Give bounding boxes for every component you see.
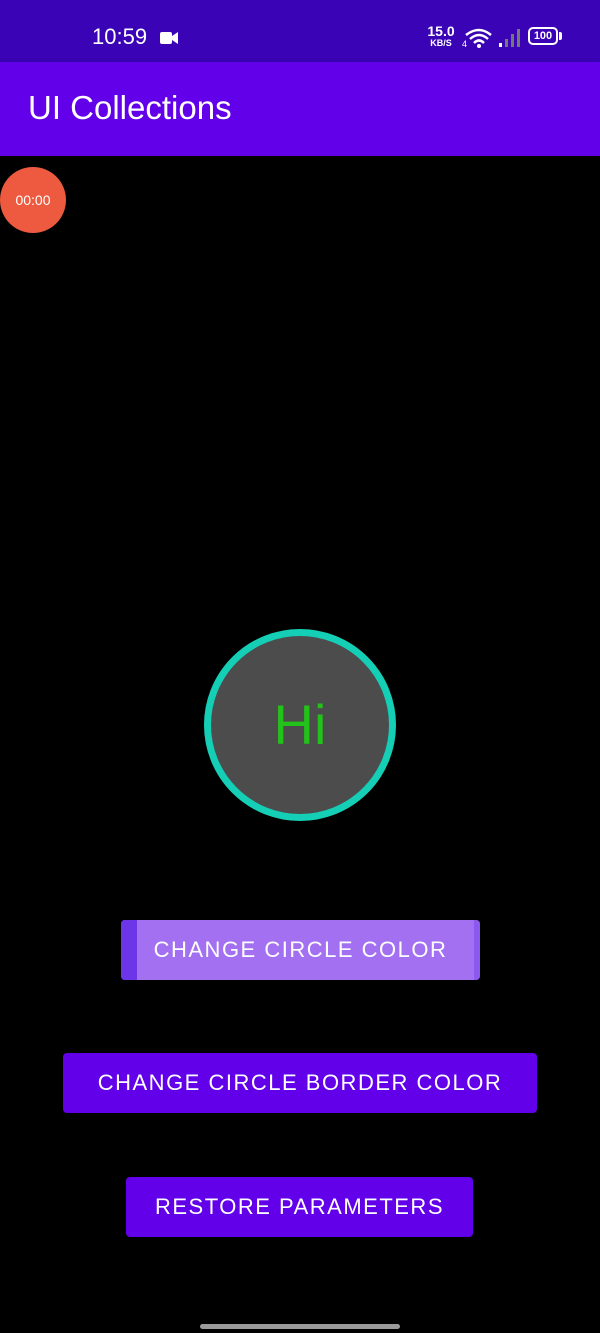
signal-strength-icon: [499, 29, 520, 47]
restore-parameters-button[interactable]: RESTORE PARAMETERS: [126, 1177, 473, 1237]
wifi-badge: 4: [462, 39, 467, 49]
change-circle-color-button[interactable]: CHANGE CIRCLE COLOR: [121, 920, 480, 980]
recording-timer-badge[interactable]: 00:00: [0, 167, 66, 233]
status-bar: 10:59 15.0 KB/S 4 100: [0, 0, 600, 62]
battery-tip: [559, 32, 562, 40]
battery-icon: 100: [528, 27, 562, 47]
app-bar: UI Collections: [0, 62, 600, 156]
circle-view: Hi: [204, 629, 396, 821]
circle-text: Hi: [273, 693, 327, 756]
battery-level: 100: [528, 27, 558, 45]
network-speed: 15.0 KB/S: [426, 24, 456, 48]
network-speed-unit: KB/S: [430, 38, 452, 48]
wifi-icon: 4: [462, 28, 492, 49]
button-ripple-edge: [121, 920, 137, 980]
button-ripple-edge: [474, 920, 480, 980]
home-indicator[interactable]: [200, 1324, 400, 1329]
change-circle-color-label: CHANGE CIRCLE COLOR: [153, 937, 448, 962]
status-time: 10:59: [92, 24, 148, 49]
network-speed-value: 15.0: [427, 23, 455, 39]
change-circle-border-color-button[interactable]: CHANGE CIRCLE BORDER COLOR: [63, 1053, 537, 1113]
app-screen: 10:59 15.0 KB/S 4 100 UI Collections 00:…: [0, 0, 600, 1333]
video-camera-icon: [160, 32, 178, 44]
app-title: UI Collections: [28, 89, 232, 126]
